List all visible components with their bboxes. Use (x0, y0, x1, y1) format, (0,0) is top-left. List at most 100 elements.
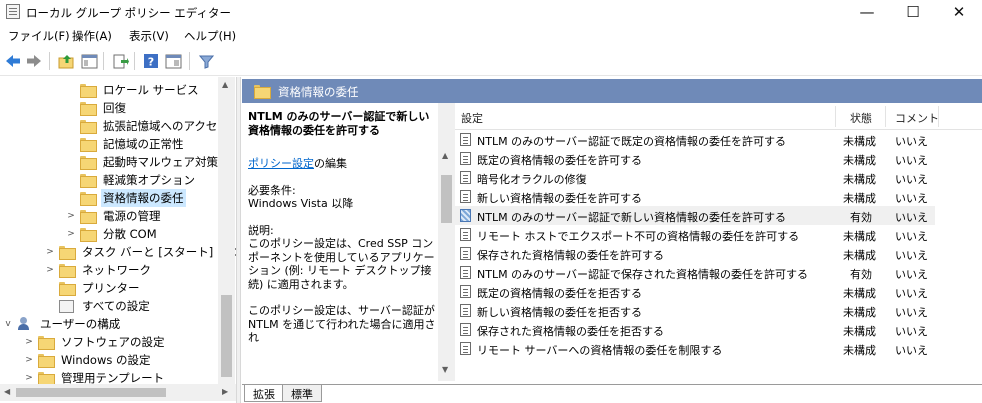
tree-horizontal-scrollbar[interactable]: ◀ ▶ (0, 384, 236, 401)
tree-item-distributed-com[interactable]: > 分散 COM (66, 225, 159, 243)
scroll-right-arrow-icon[interactable]: ▶ (222, 387, 228, 396)
policy-setting-icon (460, 285, 471, 298)
description-scrollbar[interactable]: ▲ ▼ (438, 103, 455, 381)
filter-icon[interactable] (196, 51, 216, 71)
tree-item-credentials-delegation[interactable]: 資格情報の委任 (66, 189, 186, 207)
folder-icon (80, 102, 97, 116)
tree-item-user-configuration[interactable]: v ユーザーの構成 (3, 315, 122, 333)
explanation-label: 説明: (248, 223, 274, 237)
tree-item-taskbar-start-menu[interactable]: >タスク バーと [スタート] メニュー (45, 243, 236, 261)
back-icon[interactable] (3, 51, 23, 71)
scroll-up-arrow-icon[interactable]: ▲ (442, 151, 448, 160)
scroll-up-arrow-icon[interactable]: ▲ (222, 80, 228, 89)
folder-icon (80, 120, 97, 134)
table-row[interactable]: 新しい資格情報の委任を拒否する 未構成 いいえ (455, 301, 982, 320)
column-divider[interactable] (885, 106, 886, 127)
folder-icon (59, 282, 76, 296)
tree-item-power-management[interactable]: > 電源の管理 (66, 207, 163, 225)
menu-file[interactable]: ファイル(F) (8, 28, 70, 44)
column-divider[interactable] (835, 106, 836, 127)
requirements-value: Windows Vista 以降 (248, 197, 354, 210)
folder-icon (80, 138, 97, 152)
folder-icon (80, 84, 97, 98)
folder-open-icon (80, 192, 97, 206)
chevron-right-icon[interactable]: > (24, 355, 34, 365)
menu-bar: ファイル(F) 操作(A) 表示(V) ヘルプ(H) (0, 24, 982, 45)
table-row[interactable]: 保存された資格情報の委任を許可する 未構成 いいえ (455, 244, 982, 263)
tree-item-windows-settings[interactable]: > Windows の設定 (24, 351, 153, 369)
table-row[interactable]: 新しい資格情報の委任を許可する 未構成 いいえ (455, 187, 982, 206)
close-button[interactable]: ✕ (936, 0, 982, 24)
toolbar-separator (189, 52, 190, 70)
tab-extended[interactable]: 拡張 (244, 385, 284, 402)
column-comment[interactable]: コメント (895, 110, 939, 126)
chevron-right-icon[interactable]: > (24, 373, 34, 383)
tree-item-administrative-templates[interactable]: > 管理用テンプレート (24, 369, 166, 384)
tree-item-all-settings[interactable]: すべての設定 (45, 297, 152, 315)
up-folder-icon[interactable] (56, 51, 76, 71)
extended-view-icon[interactable] (163, 51, 183, 71)
table-row[interactable]: 暗号化オラクルの修復 未構成 いいえ (455, 168, 982, 187)
help-icon[interactable]: ? (141, 51, 161, 71)
tree-item-storage-health[interactable]: 記憶域の正常性 (66, 135, 186, 153)
policy-setting-icon (460, 342, 471, 355)
table-row[interactable]: 既定の資格情報の委任を許可する 未構成 いいえ (455, 149, 982, 168)
folder-icon (38, 372, 55, 384)
tree-item-network[interactable]: > ネットワーク (45, 261, 153, 279)
chevron-down-icon[interactable]: v (3, 319, 13, 329)
scroll-down-arrow-icon[interactable]: ▼ (442, 365, 448, 374)
forward-icon[interactable] (24, 51, 44, 71)
maximize-button[interactable]: ☐ (890, 0, 936, 24)
chevron-right-icon[interactable]: > (45, 265, 55, 275)
scrollbar-thumb[interactable] (441, 175, 452, 223)
column-setting[interactable]: 設定 (461, 110, 483, 126)
table-row[interactable]: リモート サーバーへの資格情報の委任を制限する 未構成 いいえ (455, 339, 982, 358)
chevron-right-icon[interactable]: > (45, 247, 55, 257)
scrollbar-thumb[interactable] (221, 295, 232, 377)
requirements-block: 必要条件: Windows Vista 以降 (248, 184, 438, 211)
export-list-icon[interactable] (110, 51, 130, 71)
toolbar: ? (0, 46, 982, 76)
table-row[interactable]: リモート ホストでエクスポート不可の資格情報の委任を許可する 未構成 いいえ (455, 225, 982, 244)
minimize-button[interactable]: — (844, 0, 890, 24)
chevron-right-icon[interactable]: > (66, 211, 76, 221)
column-state[interactable]: 状態 (850, 110, 872, 126)
folder-icon (80, 210, 97, 224)
user-configuration-icon (17, 317, 32, 331)
tree-item-locale-services[interactable]: ロケール サービス (66, 81, 201, 99)
tab-standard[interactable]: 標準 (282, 385, 322, 402)
table-row[interactable]: 既定の資格情報の委任を拒否する 未構成 いいえ (455, 282, 982, 301)
tree-vertical-scrollbar[interactable]: ▲ (218, 77, 235, 384)
explanation-text-1: このポリシー設定は、Cred SSP コンポーネントを使用しているアプリケーショ… (248, 237, 435, 291)
tree-item-recovery[interactable]: 回復 (66, 99, 128, 117)
chevron-right-icon[interactable]: > (66, 229, 76, 239)
pane-header: 資格情報の委任 (242, 79, 982, 103)
scrollbar-thumb[interactable] (16, 388, 166, 397)
tree-item-early-launch-antimalware[interactable]: 起動時マルウェア対策 (66, 153, 220, 171)
tree-item-enhanced-storage[interactable]: 拡張記憶域へのアクセス (66, 117, 231, 135)
tree-item-mitigation-options[interactable]: 軽減策オプション (66, 171, 197, 189)
folder-icon (38, 336, 55, 350)
show-hide-tree-icon[interactable] (79, 51, 99, 71)
menu-action[interactable]: 操作(A) (72, 28, 112, 44)
menu-view[interactable]: 表示(V) (129, 28, 169, 44)
window-title: ローカル グループ ポリシー エディター (26, 6, 231, 20)
explanation-block: 説明: このポリシー設定は、Cred SSP コンポーネントを使用しているアプリケ… (248, 224, 438, 292)
toolbar-separator (103, 52, 104, 70)
edit-policy-link[interactable]: ポリシー設定 (248, 157, 314, 170)
table-row-selected[interactable]: NTLM のみのサーバー認証で新しい資格情報の委任を許可する 有効 いいえ (455, 206, 935, 225)
description-pane: NTLM のみのサーバー認証で新しい資格情報の委任を許可する ポリシー設定の編集… (242, 103, 438, 381)
gpedit-app-icon (6, 4, 20, 19)
scroll-left-arrow-icon[interactable]: ◀ (4, 387, 10, 396)
column-divider[interactable] (938, 106, 939, 127)
table-row[interactable]: 保存された資格情報の委任を拒否する 未構成 いいえ (455, 320, 982, 339)
table-row[interactable]: NTLM のみのサーバー認証で既定の資格情報の委任を許可する 未構成 いいえ (455, 130, 982, 149)
tree-item-software-settings[interactable]: > ソフトウェアの設定 (24, 333, 167, 351)
tree-item-printers[interactable]: プリンター (45, 279, 142, 297)
chevron-right-icon[interactable]: > (24, 337, 34, 347)
menu-help[interactable]: ヘルプ(H) (184, 28, 236, 44)
table-row[interactable]: NTLM のみのサーバー認証で保存された資格情報の委任を許可する 有効 いいえ (455, 263, 982, 282)
description-title: NTLM のみのサーバー認証で新しい資格情報の委任を許可する (248, 110, 430, 137)
pane-splitter[interactable] (236, 77, 241, 403)
list-header: 設定 状態 コメント (455, 103, 982, 130)
